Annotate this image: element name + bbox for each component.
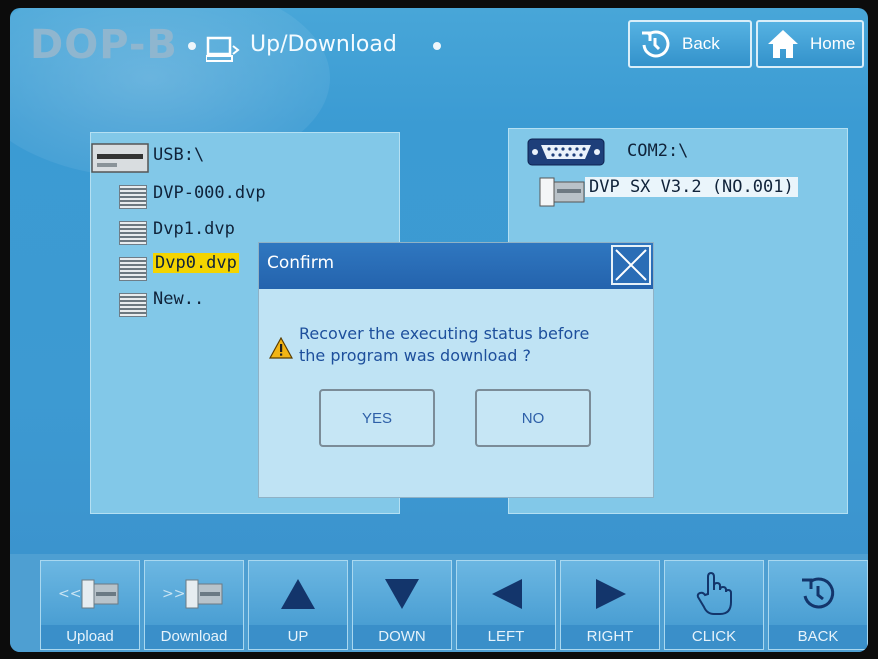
yes-button[interactable]: YES [319,389,435,447]
dialog-message: Recover the executing status before the … [299,323,589,367]
upload-button[interactable]: << Upload [40,560,140,650]
left-label: LEFT [457,625,555,649]
right-arrow-icon [596,579,626,609]
back-arrow-icon [802,577,835,609]
home-label: Home [810,34,856,53]
device-item[interactable]: DVP SX V3.2 (NO.001) [585,177,798,197]
down-arrow-icon [385,579,419,609]
up-button[interactable]: UP [248,560,348,650]
click-button[interactable]: CLICK [664,560,764,650]
separator-dot [433,42,441,50]
left-arrow-icon [492,579,522,609]
confirm-dialog: Confirm Recover the executing status bef… [258,242,654,498]
file-item[interactable]: New.. [153,289,204,309]
close-icon [615,249,647,281]
up-arrow-icon [281,579,315,609]
svg-text:<<: << [58,586,81,602]
file-icon [119,293,147,317]
left-button[interactable]: LEFT [456,560,556,650]
no-button[interactable]: NO [475,389,591,447]
serial-port-icon [527,138,605,166]
download-button[interactable]: >> Download [144,560,244,650]
down-button[interactable]: DOWN [352,560,452,650]
bottom-toolbar: << Upload >> Download UP DOWN LEFT RIGHT… [10,554,868,652]
warning-icon [269,337,293,359]
plc-device-icon [539,177,585,207]
computer-icon [206,36,240,62]
usb-path: USB:\ [153,145,205,165]
dialog-title-bar: Confirm [259,243,653,289]
file-item[interactable]: DVP-000.dvp [153,183,266,203]
hmi-screen: DOP-B Up/Download Back Home USB:\ DVP-00… [10,8,868,652]
download-icon: >> [162,579,223,609]
hand-pointer-icon [696,572,732,615]
file-icon [119,185,147,209]
dialog-message-line: Recover the executing status before [299,324,590,343]
click-label: CLICK [665,625,763,649]
home-button[interactable]: Home [756,20,864,68]
upload-label: Upload [41,625,139,649]
separator-dot [188,42,196,50]
home-icon [768,30,798,58]
com-path: COM2:\ [627,141,689,161]
right-button[interactable]: RIGHT [560,560,660,650]
file-icon [119,221,147,245]
back-toolbar-button[interactable]: BACK [768,560,868,650]
svg-text:>>: >> [162,586,185,602]
back-arrow-icon [642,30,670,58]
file-item[interactable]: Dvp1.dvp [153,219,235,239]
file-icon [119,257,147,281]
file-item-selected[interactable]: Dvp0.dvp [153,253,239,273]
down-label: DOWN [353,625,451,649]
screen-title: Up/Download [250,32,397,57]
dialog-close-button[interactable] [611,245,651,285]
download-label: Download [145,625,243,649]
usb-drive-icon [91,143,149,173]
dialog-title: Confirm [267,253,335,273]
upload-icon: << [58,579,119,609]
right-label: RIGHT [561,625,659,649]
dialog-message-line: the program was download ? [299,346,531,365]
back-toolbar-label: BACK [769,625,867,649]
up-label: UP [249,625,347,649]
brand-title: DOP-B [30,22,178,68]
back-label: Back [682,34,720,53]
back-button[interactable]: Back [628,20,752,68]
